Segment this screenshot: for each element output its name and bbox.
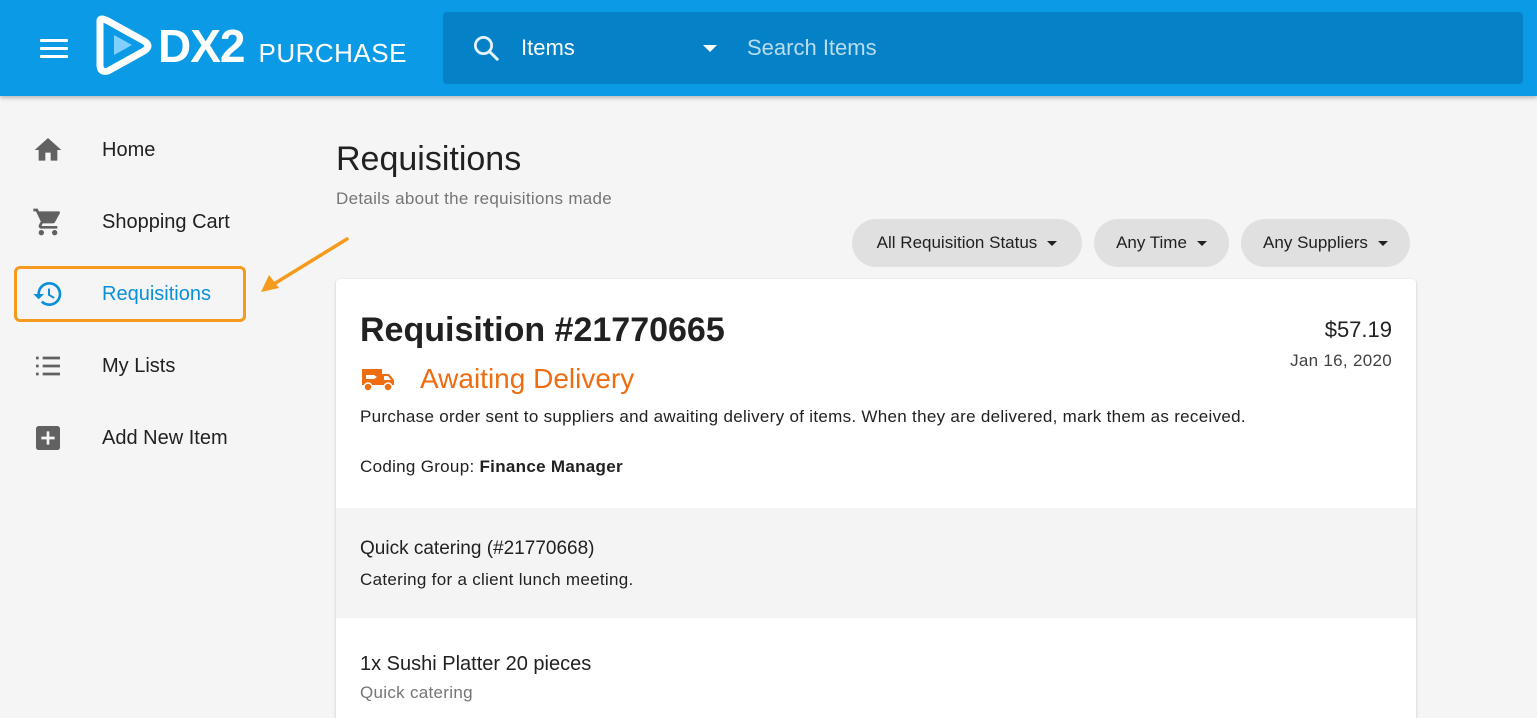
line-item-title: 1x Sushi Platter 20 pieces [360,653,592,675]
home-icon [32,134,64,166]
requisition-title: Requisition #21770665 [360,311,725,349]
page-title: Requisitions [336,140,522,178]
caret-down-icon [1196,240,1207,246]
app-bar: DX2 PURCHASE Items [0,0,1537,96]
add-box-icon [32,422,64,454]
sidebar-item-shopping-cart[interactable]: Shopping Cart [14,194,246,250]
sidebar-item-home[interactable]: Home [14,122,246,178]
brand-logo-link[interactable]: DX2 PURCHASE [92,14,407,78]
history-icon [32,278,64,310]
list-icon [32,350,64,382]
filter-status-label: All Requisition Status [876,233,1038,252]
sidebar-item-add-new-item[interactable]: Add New Item [14,410,246,466]
menu-button[interactable] [30,30,78,66]
requisition-card[interactable]: Requisition #21770665 $57.19 Jan 16, 202… [336,279,1416,718]
coding-group-label: Coding Group: [360,457,475,476]
menu-icon-bar [40,54,68,58]
list-item[interactable]: 1x Sushi Platter 20 pieces Quick caterin… [336,618,1416,718]
search-bar: Items [443,12,1523,84]
group-description: Catering for a client lunch meeting. [360,570,634,589]
sidebar-item-requisitions[interactable]: Requisitions [14,266,246,322]
line-item-subtitle: Quick catering [360,683,473,702]
search-scope-dropdown[interactable]: Items [521,35,717,61]
search-input[interactable] [747,18,1523,78]
brand-product: PURCHASE [258,37,407,68]
sidebar-item-label: Requisitions [102,282,211,305]
page-subtitle: Details about the requisitions made [336,189,613,208]
menu-icon-bar [40,38,68,42]
dx2-logo-icon [96,15,152,75]
caret-down-icon [1047,240,1058,246]
caret-down-icon [1377,240,1388,246]
filter-time-dropdown[interactable]: Any Time [1094,219,1229,267]
brand-name: DX2 [158,20,245,72]
requisition-group[interactable]: Quick catering (#21770668) Catering for … [336,508,1416,618]
filter-time-label: Any Time [1116,233,1187,252]
requisition-amount: $57.19 [1324,317,1392,342]
filter-suppliers-label: Any Suppliers [1263,233,1368,252]
filter-suppliers-dropdown[interactable]: Any Suppliers [1241,219,1410,267]
sidebar-item-label: My Lists [102,354,176,377]
requisition-date: Jan 16, 2020 [1290,351,1392,370]
sidebar: Home Shopping Cart Requisitions My Lists… [0,96,300,718]
filter-status-dropdown[interactable]: All Requisition Status [852,219,1082,267]
search-scope-label: Items [521,35,575,60]
search-icon [474,36,499,61]
sidebar-item-label: Add New Item [102,426,228,449]
status-badge: Awaiting Delivery [420,363,635,394]
status-description: Purchase order sent to suppliers and awa… [360,407,1246,426]
caret-down-icon [703,44,717,52]
coding-group: Coding Group: Finance Manager [360,457,623,477]
coding-group-value: Finance Manager [479,457,623,476]
sidebar-item-label: Shopping Cart [102,210,230,233]
sidebar-item-my-lists[interactable]: My Lists [14,338,246,394]
cart-icon [32,206,64,238]
truck-icon [362,369,394,392]
group-title: Quick catering (#21770668) [360,538,595,559]
sidebar-item-label: Home [102,138,156,161]
menu-icon-bar [40,46,68,50]
status-row: Awaiting Delivery [360,363,634,395]
